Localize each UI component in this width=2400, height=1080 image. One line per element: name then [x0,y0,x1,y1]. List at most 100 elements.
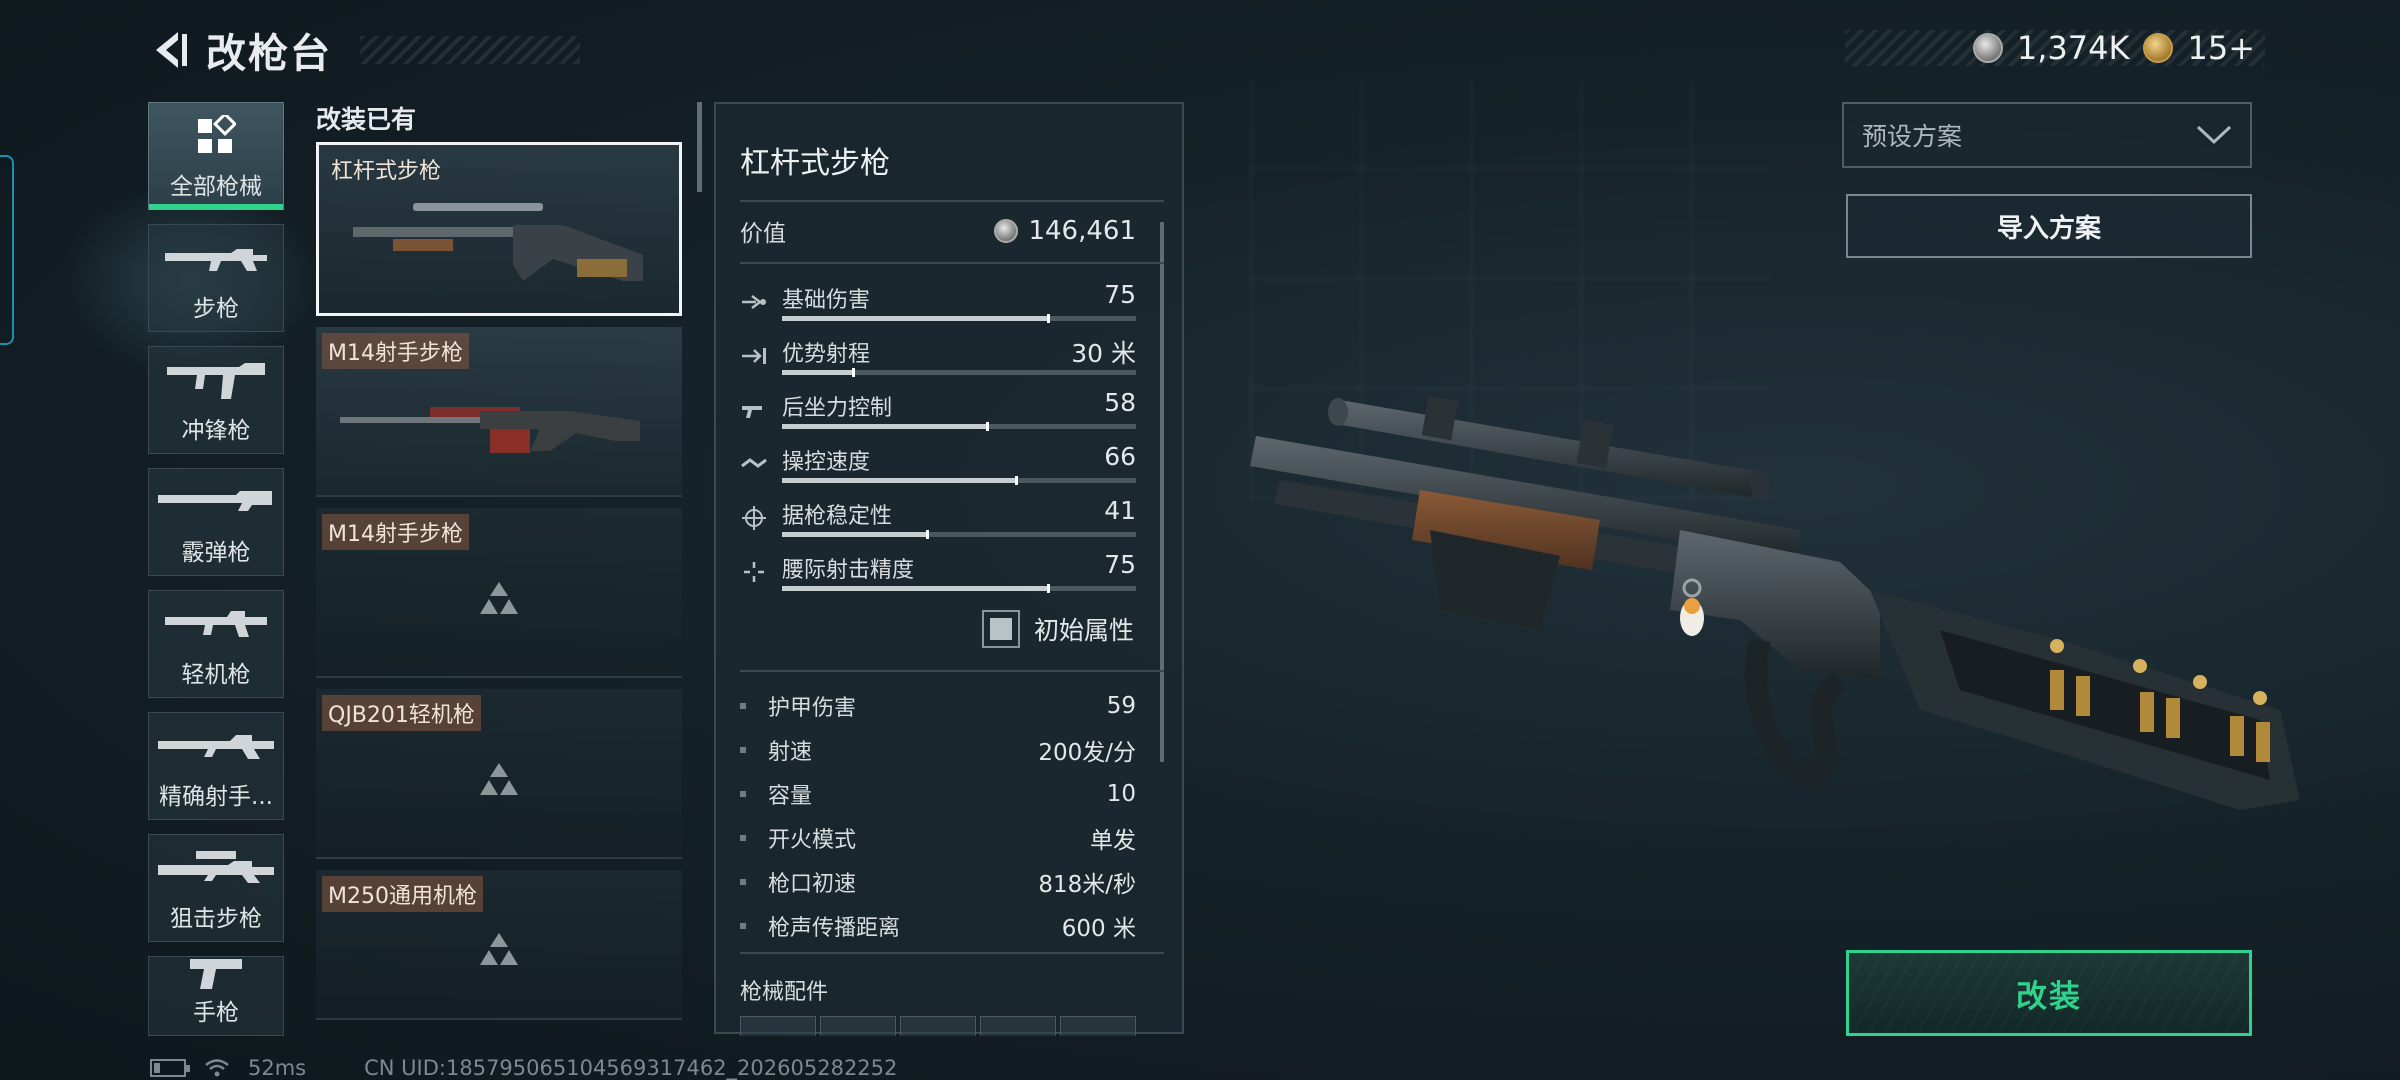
silver-amount: 1,374K [2016,29,2130,67]
category-shotgun[interactable]: 霰弹枪 [148,468,284,576]
stat-value: 66 [1104,442,1136,471]
bullet-icon [740,703,746,709]
attribute-value: 200发/分 [1038,740,1136,766]
checkbox-label: 初始属性 [1033,616,1134,645]
import-preset-button[interactable]: 导入方案 [1846,194,2252,258]
side-drawer-handle[interactable] [0,155,14,345]
stat-bar [782,314,1136,323]
stat-value: 75 [1104,550,1136,579]
stat-bar [782,584,1136,593]
category-all-weapons[interactable]: 全部枪械 [148,102,284,210]
category-smg[interactable]: 冲锋枪 [148,346,284,454]
smg-icon [167,363,265,399]
chevron-down-icon [2196,125,2232,145]
category-sniper[interactable]: 狙击步枪 [148,834,284,942]
page-title: 改枪台 [206,31,332,77]
value-label: 价值 [740,221,786,247]
gold-coin-icon [2143,33,2174,63]
stat-bar-marker [851,368,855,377]
weapon-card[interactable]: M14射手步枪 [316,327,682,497]
placeholder-triangle-icon [480,933,518,966]
stat-name: 基础伤害 [782,288,871,313]
handling-icon [741,458,767,468]
part-slot[interactable] [740,1016,816,1036]
damage-icon [742,295,766,309]
part-slot[interactable] [900,1016,976,1036]
category-label: 狙击步枪 [170,906,262,932]
attribute-row: 护甲伤害 59 [740,686,1136,726]
modify-button[interactable]: 改装 [1846,950,2252,1036]
attribute-name: 护甲伤害 [768,696,857,721]
ping-text: 52ms [248,1056,307,1080]
bullet-icon [740,835,746,841]
weapon-card[interactable]: QJB201轻机枪 [316,689,682,859]
modify-label: 改装 [2016,978,2082,1015]
stat-bar-marker [1014,476,1018,485]
attribute-value: 59 [1106,693,1136,719]
category-lmg[interactable]: 轻机枪 [148,590,284,698]
stat-bar-fill [782,532,928,537]
stat-name: 优势射程 [782,342,871,367]
stat-value: 30 米 [1071,339,1136,368]
attribute-value: 818米/秒 [1038,872,1136,898]
weapon-card[interactable]: 杠杆式步枪 [316,142,682,316]
divider [740,670,1164,672]
range-icon [742,348,766,364]
weapon-card[interactable]: M250通用机枪 [316,870,682,1020]
attribute-name: 枪声传播距离 [768,916,901,941]
category-dmr[interactable]: 精确射手... [148,712,284,820]
stat-row: 腰际射击精度 75 [740,546,1136,596]
initial-attributes-toggle[interactable]: 初始属性 [981,610,1134,648]
stats-scrollbar[interactable] [1160,222,1164,762]
divider [740,262,1164,264]
attribute-name: 射速 [768,740,813,765]
rifle-icon [165,249,267,271]
divider [740,952,1164,954]
category-pistol[interactable]: 手枪 [148,956,284,1036]
title-decoration [360,36,580,64]
silver-coin-icon [994,219,1019,243]
stat-bar [782,422,1136,431]
list-scrollbar[interactable] [697,102,702,192]
sniper-icon [158,851,274,883]
part-slot[interactable] [980,1016,1056,1036]
dmr-icon [158,735,274,759]
all-weapons-icon [198,115,236,153]
stat-bar [782,476,1136,485]
battery-icon [150,1059,190,1077]
stat-bar-fill [782,478,1016,483]
back-button[interactable] [150,28,190,72]
stat-bar-marker [1046,584,1050,593]
stat-bar-marker [926,530,930,539]
shotgun-icon [158,491,272,511]
stat-row: 据枪稳定性 41 [740,492,1136,542]
stat-bar-marker [1046,314,1050,323]
preset-label: 预设方案 [1862,122,1963,151]
attribute-row: 容量 10 [740,774,1136,814]
preset-dropdown[interactable]: 预设方案 [1842,102,2252,168]
back-arrow-icon [156,32,187,68]
weapon-card[interactable]: M14射手步枪 [316,508,682,678]
stat-bar-fill [782,424,988,429]
stat-bar [782,368,1136,377]
part-slot[interactable] [1060,1016,1136,1036]
weapon-name: 杠杆式步枪 [740,146,890,181]
weapon-card-name: M250通用机枪 [322,876,483,912]
initial-attributes-checkbox[interactable] [981,610,1020,648]
attribute-row: 枪口初速 818米/秒 [740,862,1136,902]
stat-name: 操控速度 [782,450,871,475]
stat-name: 据枪稳定性 [782,504,893,529]
stat-bar-fill [782,370,853,375]
stat-row: 基础伤害 75 [740,276,1136,326]
part-slot[interactable] [820,1016,896,1036]
value-number: 146,461 [1028,216,1136,246]
bullet-icon [740,879,746,885]
category-rifle[interactable]: 步枪 [148,224,284,332]
stat-bar [782,530,1136,539]
weapon-card-name: M14射手步枪 [322,514,469,550]
stat-name: 后坐力控制 [782,396,893,421]
owned-weapon-list: 杠杆式步枪 M14射手步枪 M14射手步枪 QJB201轻机枪 M250通用机枪 [316,142,682,1031]
attribute-name: 开火模式 [768,828,857,853]
stat-value: 58 [1104,388,1136,417]
stat-bar-marker [986,422,990,431]
